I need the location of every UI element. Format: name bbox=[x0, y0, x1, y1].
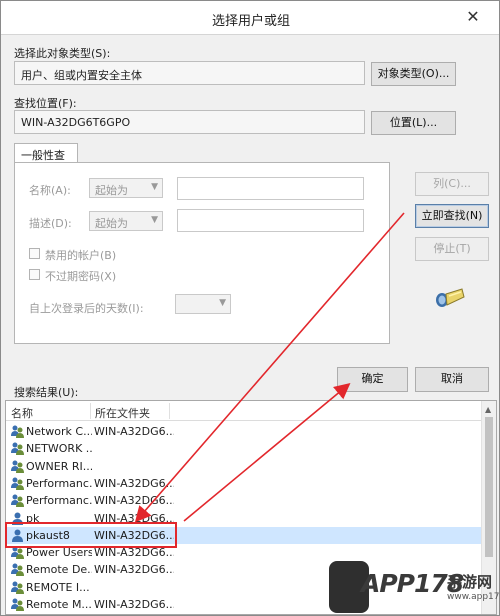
dialog-title: 选择用户或组 bbox=[211, 14, 290, 29]
row-folder: WIN-A32DG6... bbox=[94, 546, 174, 560]
group-icon bbox=[10, 493, 25, 508]
row-name: Performanc... bbox=[26, 494, 92, 508]
days-since-logon-select[interactable]: ▼ bbox=[175, 294, 231, 314]
no-expire-password-label: 不过期密码(X) bbox=[45, 270, 117, 283]
row-name: Remote M... bbox=[26, 598, 92, 611]
disabled-accounts-label: 禁用的帐户(B) bbox=[45, 249, 117, 262]
column-divider[interactable] bbox=[169, 403, 170, 419]
column-header-name[interactable]: 名称 bbox=[11, 405, 33, 421]
table-row[interactable]: NETWORK ... bbox=[6, 440, 482, 457]
name-mode-value: 起始为 bbox=[95, 184, 128, 197]
chevron-down-icon: ▼ bbox=[219, 298, 226, 308]
row-folder: WIN-A32DG6... bbox=[94, 598, 174, 611]
row-name: OWNER RI... bbox=[26, 459, 92, 473]
find-now-button[interactable]: 立即查找(N) bbox=[415, 204, 489, 228]
scroll-up-icon[interactable]: ▲ bbox=[485, 405, 491, 414]
name-mode-select[interactable]: 起始为 ▼ bbox=[89, 178, 163, 198]
columns-button[interactable]: 列(C)... bbox=[415, 172, 489, 196]
group-icon bbox=[10, 580, 25, 595]
chevron-down-icon: ▼ bbox=[151, 215, 158, 225]
object-type-label: 选择此对象类型(S): bbox=[14, 47, 111, 60]
group-icon bbox=[10, 441, 25, 456]
close-icon[interactable]: ✕ bbox=[463, 9, 483, 27]
group-icon bbox=[10, 424, 25, 439]
row-folder: WIN-A32DG6... bbox=[94, 563, 174, 577]
group-icon bbox=[10, 562, 25, 577]
tab-common-queries[interactable]: 一般性查询 bbox=[14, 143, 78, 178]
row-name: Power Users bbox=[26, 546, 92, 560]
stop-button[interactable]: 停止(T) bbox=[415, 237, 489, 261]
disabled-accounts-checkbox[interactable] bbox=[29, 248, 40, 259]
locations-button[interactable]: 位置(L)... bbox=[371, 111, 456, 135]
table-row[interactable]: Network C... WIN-A32DG6... bbox=[6, 423, 482, 440]
row-folder: WIN-A32DG6... bbox=[94, 425, 174, 438]
column-header-folder[interactable]: 所在文件夹 bbox=[95, 405, 150, 421]
common-queries-panel: 名称(A): 起始为 ▼ 描述(D): 起始为 ▼ 禁用的帐户(B) 不过期密码… bbox=[14, 162, 390, 344]
location-field: WIN-A32DG6T6GPO bbox=[14, 110, 365, 134]
row-folder: WIN-A32DG6... bbox=[94, 476, 174, 490]
group-icon bbox=[10, 597, 25, 612]
days-since-logon-label: 自上次登录后的天数(I): bbox=[29, 302, 144, 315]
description-mode-select[interactable]: 起始为 ▼ bbox=[89, 211, 163, 231]
scroll-thumb[interactable] bbox=[485, 417, 493, 557]
object-type-field: 用户、组或内置安全主体 bbox=[14, 61, 365, 85]
watermark: APP178 手游网 www.app178.com bbox=[329, 561, 500, 613]
row-name: NETWORK ... bbox=[26, 442, 92, 456]
row-name: REMOTE I... bbox=[26, 580, 90, 594]
name-input[interactable] bbox=[177, 177, 364, 200]
description-mode-value: 起始为 bbox=[95, 217, 128, 230]
watermark-url: www.app178.com bbox=[447, 592, 500, 602]
row-folder: WIN-A32DG6... bbox=[94, 494, 174, 508]
ok-button[interactable]: 确定 bbox=[337, 367, 408, 392]
highlight-box bbox=[5, 522, 177, 548]
object-types-button[interactable]: 对象类型(O)... bbox=[371, 62, 456, 86]
row-name: Network C... bbox=[26, 425, 92, 438]
search-flashlight-icon bbox=[436, 288, 465, 307]
cancel-button[interactable]: 取消 bbox=[415, 367, 489, 392]
row-name: Remote De... bbox=[26, 563, 92, 577]
table-row[interactable]: Performanc...WIN-A32DG6... bbox=[6, 475, 482, 492]
row-name: Performanc... bbox=[26, 476, 92, 490]
table-row[interactable]: OWNER RI... bbox=[6, 458, 482, 475]
group-icon bbox=[10, 459, 25, 474]
title-bar: 选择用户或组 ✕ bbox=[1, 1, 499, 35]
no-expire-password-checkbox[interactable] bbox=[29, 269, 40, 280]
select-users-or-groups-dialog: 选择用户或组 ✕ 选择此对象类型(S): 用户、组或内置安全主体 对象类型(O)… bbox=[0, 0, 500, 616]
column-divider[interactable] bbox=[90, 403, 91, 419]
description-label: 描述(D): bbox=[29, 217, 72, 230]
chevron-down-icon: ▼ bbox=[151, 182, 158, 192]
search-results-label: 搜索结果(U): bbox=[14, 386, 79, 399]
table-row[interactable]: Performanc...WIN-A32DG6... bbox=[6, 492, 482, 509]
results-header: 名称 所在文件夹 bbox=[6, 401, 482, 421]
description-input[interactable] bbox=[177, 209, 364, 232]
watermark-cn: 手游网 bbox=[447, 573, 493, 591]
group-icon bbox=[10, 476, 25, 491]
name-label: 名称(A): bbox=[29, 184, 71, 197]
location-label: 查找位置(F): bbox=[14, 97, 77, 110]
